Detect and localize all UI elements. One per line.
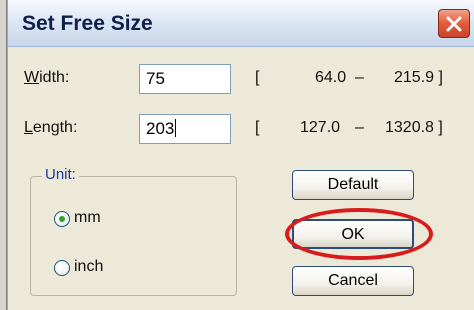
unit-group-label: Unit: [42, 166, 79, 183]
length-range-min: 127.0 [300, 119, 341, 136]
background-window-edge [0, 0, 7, 310]
width-range-open: [ [255, 69, 260, 86]
length-range-max: 1320.8 ] [385, 119, 443, 136]
radio-inch-label[interactable]: inch [74, 258, 103, 276]
radio-selected-dot [59, 216, 65, 222]
radio-inch[interactable] [54, 260, 70, 276]
cancel-button[interactable]: Cancel [292, 266, 414, 296]
width-range-dash: – [355, 69, 364, 86]
length-label: Length: [24, 119, 78, 136]
title-bar[interactable]: Set Free Size [8, 0, 474, 47]
unit-groupbox [30, 176, 237, 296]
close-icon [446, 16, 462, 32]
text-caret [175, 119, 177, 137]
radio-mm[interactable] [54, 211, 70, 227]
default-button[interactable]: Default [292, 170, 414, 200]
dialog-title: Set Free Size [22, 12, 153, 35]
width-range-min: 64.0 [315, 69, 347, 86]
set-free-size-dialog: Set Free Size Width: 75 [ 64.0 – 215.9 ]… [7, 0, 474, 310]
radio-mm-label[interactable]: mm [74, 209, 101, 227]
length-range-open: [ [255, 119, 260, 136]
width-range-max: 215.9 ] [394, 69, 443, 86]
width-input[interactable]: 75 [139, 64, 231, 94]
width-label: Width: [24, 69, 70, 86]
close-button[interactable] [438, 9, 470, 38]
ok-button[interactable]: OK [292, 219, 414, 249]
length-range-dash: – [355, 119, 364, 136]
length-input[interactable]: 203 [139, 114, 231, 144]
